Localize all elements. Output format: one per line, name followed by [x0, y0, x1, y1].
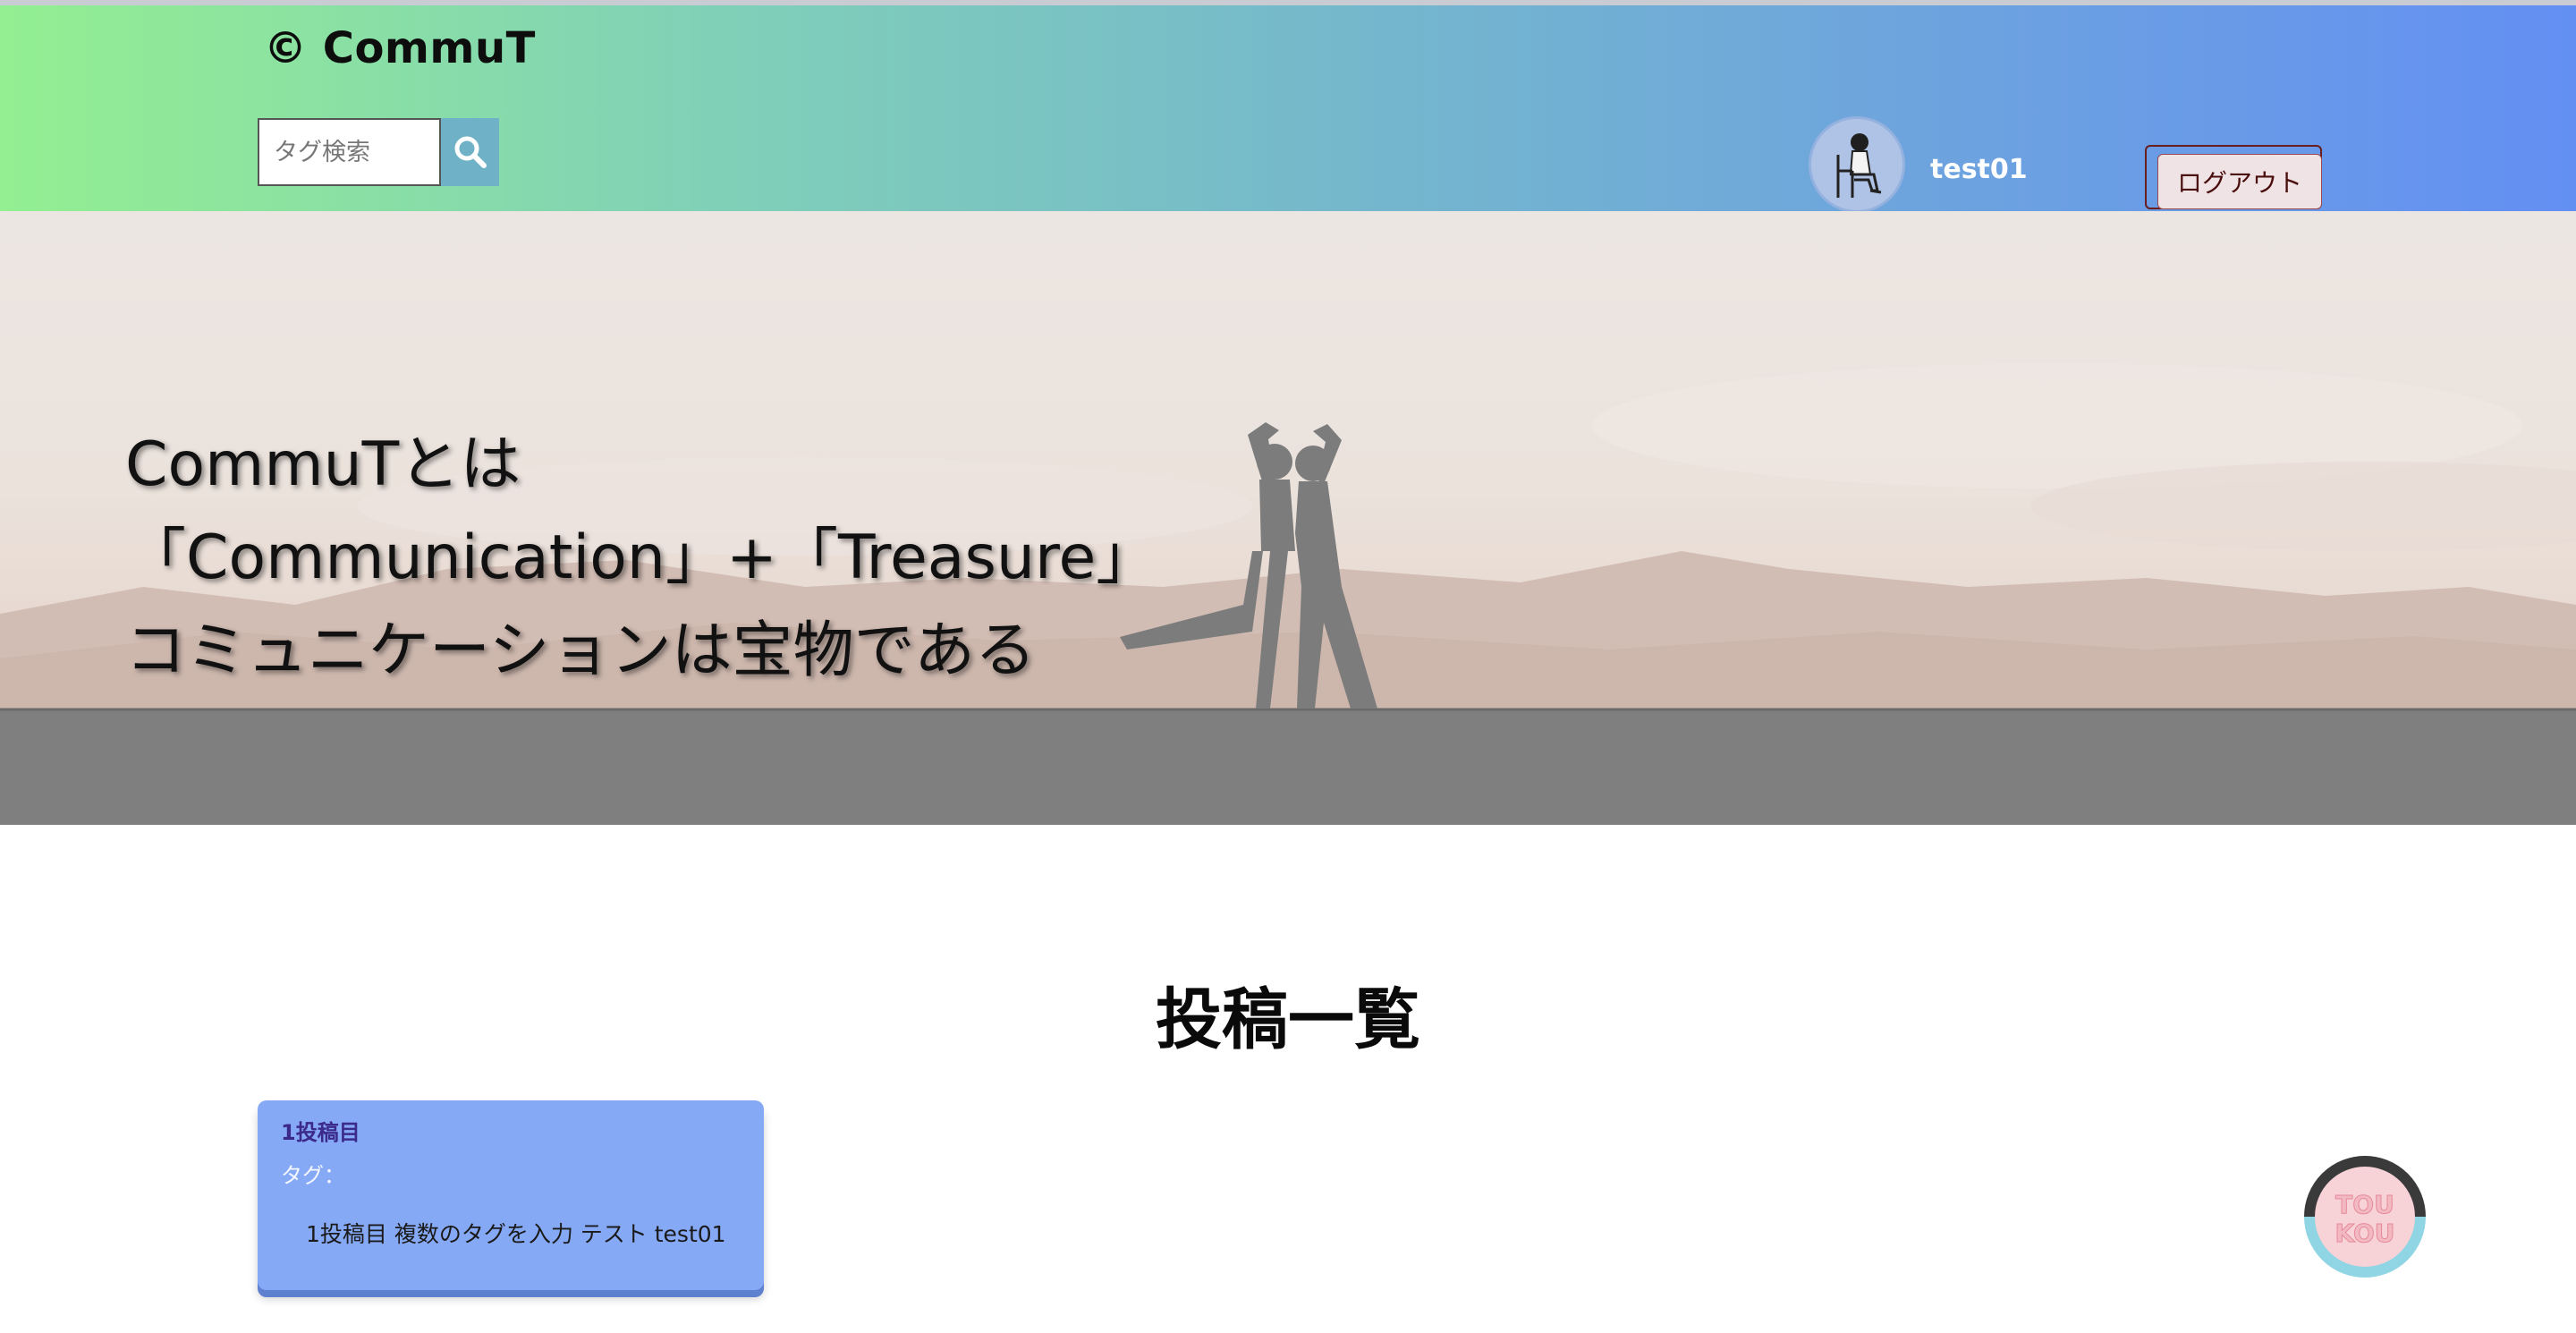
new-post-icon: TOU KOU — [2304, 1156, 2426, 1278]
username[interactable]: test01 — [1930, 154, 2028, 185]
hero-tagline: CommuTとは 「Communication」+「Treasure」 コミュニ… — [125, 419, 1157, 698]
search-button[interactable] — [441, 118, 499, 186]
hero-line-1: CommuTとは — [125, 429, 521, 500]
logout-button[interactable]: ログアウト — [2157, 154, 2322, 209]
post-tags: タグ： — [281, 1163, 345, 1188]
hero-banner: CommuTとは 「Communication」+「Treasure」 コミュニ… — [0, 211, 2576, 825]
fab-label-top: TOU — [2335, 1190, 2394, 1219]
post-title[interactable]: 1投稿目 — [281, 1115, 360, 1146]
hero-line-3: コミュニケーションは宝物である — [125, 616, 1036, 686]
hero-line-2: 「Communication」+「Treasure」 — [125, 522, 1157, 593]
post-body: 1投稿目 複数のタグを入力 テスト test01 — [306, 1221, 726, 1247]
logout-button-frame: ログアウト — [2145, 145, 2322, 209]
new-post-button[interactable]: TOU KOU — [2302, 1154, 2428, 1279]
avatar[interactable] — [1809, 116, 1905, 213]
site-logo[interactable]: © CommuT — [264, 23, 536, 73]
avatar-image — [1811, 119, 1902, 210]
site-header: © CommuT test01 ログアウト — [0, 5, 2576, 213]
page-title: 投稿一覧 — [1156, 981, 1420, 1058]
search-icon — [454, 136, 487, 168]
tag-search-input[interactable] — [258, 118, 441, 186]
post-card[interactable]: 1投稿目 タグ： 1投稿目 複数のタグを入力 テスト test01 — [258, 1100, 764, 1290]
fab-label-bottom: KOU — [2335, 1218, 2395, 1248]
